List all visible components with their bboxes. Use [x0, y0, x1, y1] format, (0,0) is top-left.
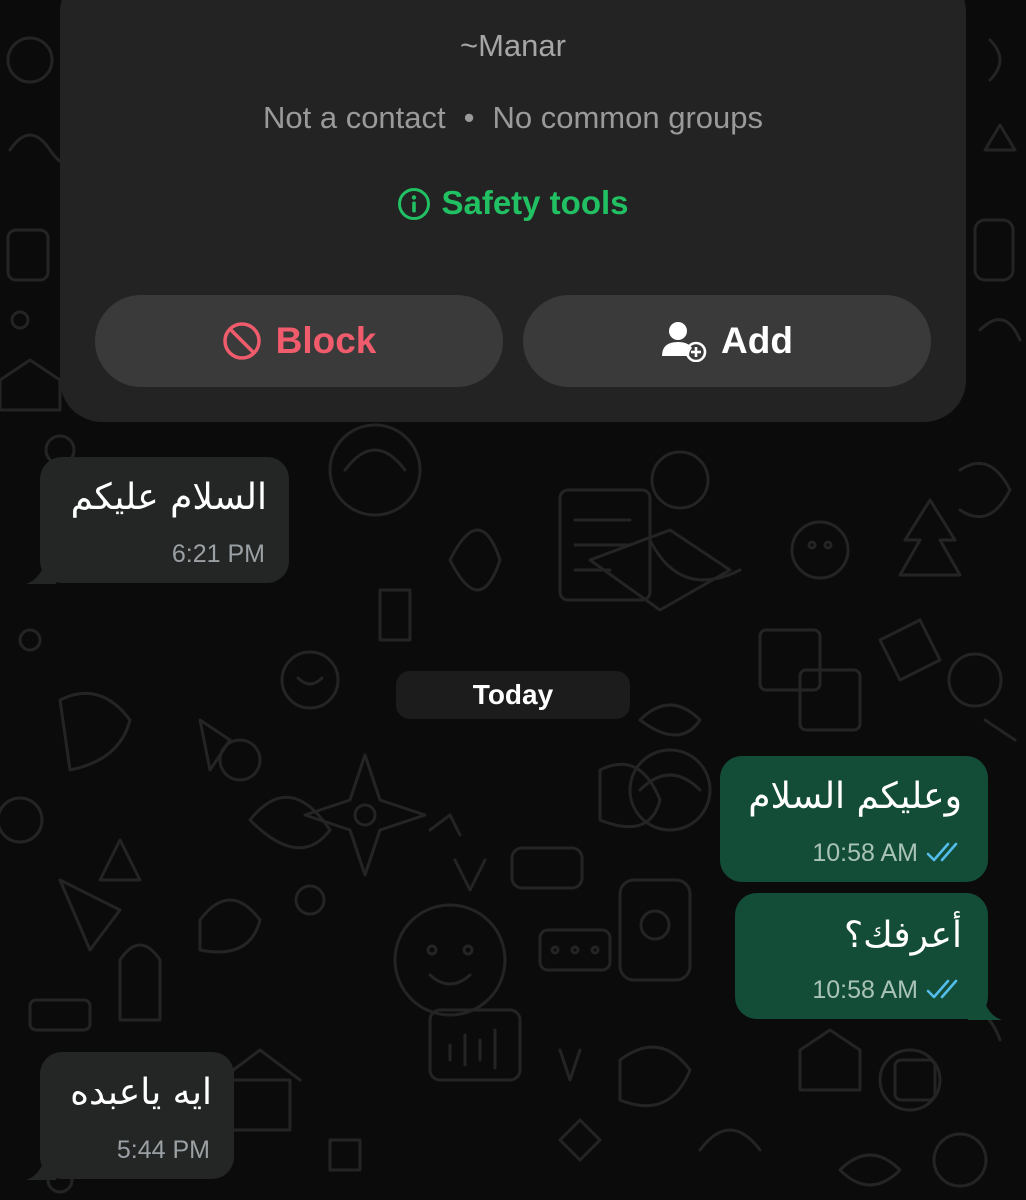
message-time: 10:58 AM: [812, 839, 918, 867]
message-bubble-outgoing[interactable]: وعليكم السلام 10:58 AM: [720, 756, 988, 882]
info-circle-icon: [397, 187, 431, 229]
block-label: Block: [275, 320, 377, 361]
safety-tools-link[interactable]: Safety tools: [60, 184, 966, 229]
message-time: 10:58 AM: [812, 976, 918, 1004]
add-contact-button[interactable]: Add: [523, 295, 931, 387]
add-label: Add: [721, 320, 793, 361]
separator-dot: •: [463, 100, 475, 135]
block-button[interactable]: Block: [95, 295, 503, 387]
message-bubble-incoming[interactable]: ايه ياعبده 5:44 PM: [40, 1052, 234, 1179]
message-bubble-outgoing[interactable]: أعرفك؟ 10:58 AM: [735, 893, 988, 1019]
message-text: ايه ياعبده: [70, 1072, 212, 1113]
common-groups-label: No common groups: [492, 100, 764, 135]
date-divider: Today: [396, 671, 630, 719]
message-time: 6:21 PM: [171, 540, 265, 568]
message-text: وعليكم السلام: [748, 776, 962, 817]
message-bubble-incoming[interactable]: السلام عليكم 6:21 PM: [40, 457, 289, 583]
block-icon: [222, 321, 262, 361]
message-text: أعرفك؟: [843, 915, 962, 956]
message-time: 5:44 PM: [116, 1136, 210, 1164]
not-a-contact-label: Not a contact: [262, 100, 446, 135]
contact-name: ~Manar: [460, 28, 566, 63]
contact-status-line: Not a contact • No common groups: [60, 100, 966, 136]
double-check-icon: [926, 979, 958, 999]
double-check-icon: [926, 842, 958, 862]
add-contact-icon: [661, 320, 707, 362]
contact-info-card: ~Manar Not a contact • No common groups Sa…: [60, 0, 966, 422]
safety-tools-label: Safety tools: [441, 184, 629, 221]
message-text: السلام عليكم: [70, 477, 267, 518]
